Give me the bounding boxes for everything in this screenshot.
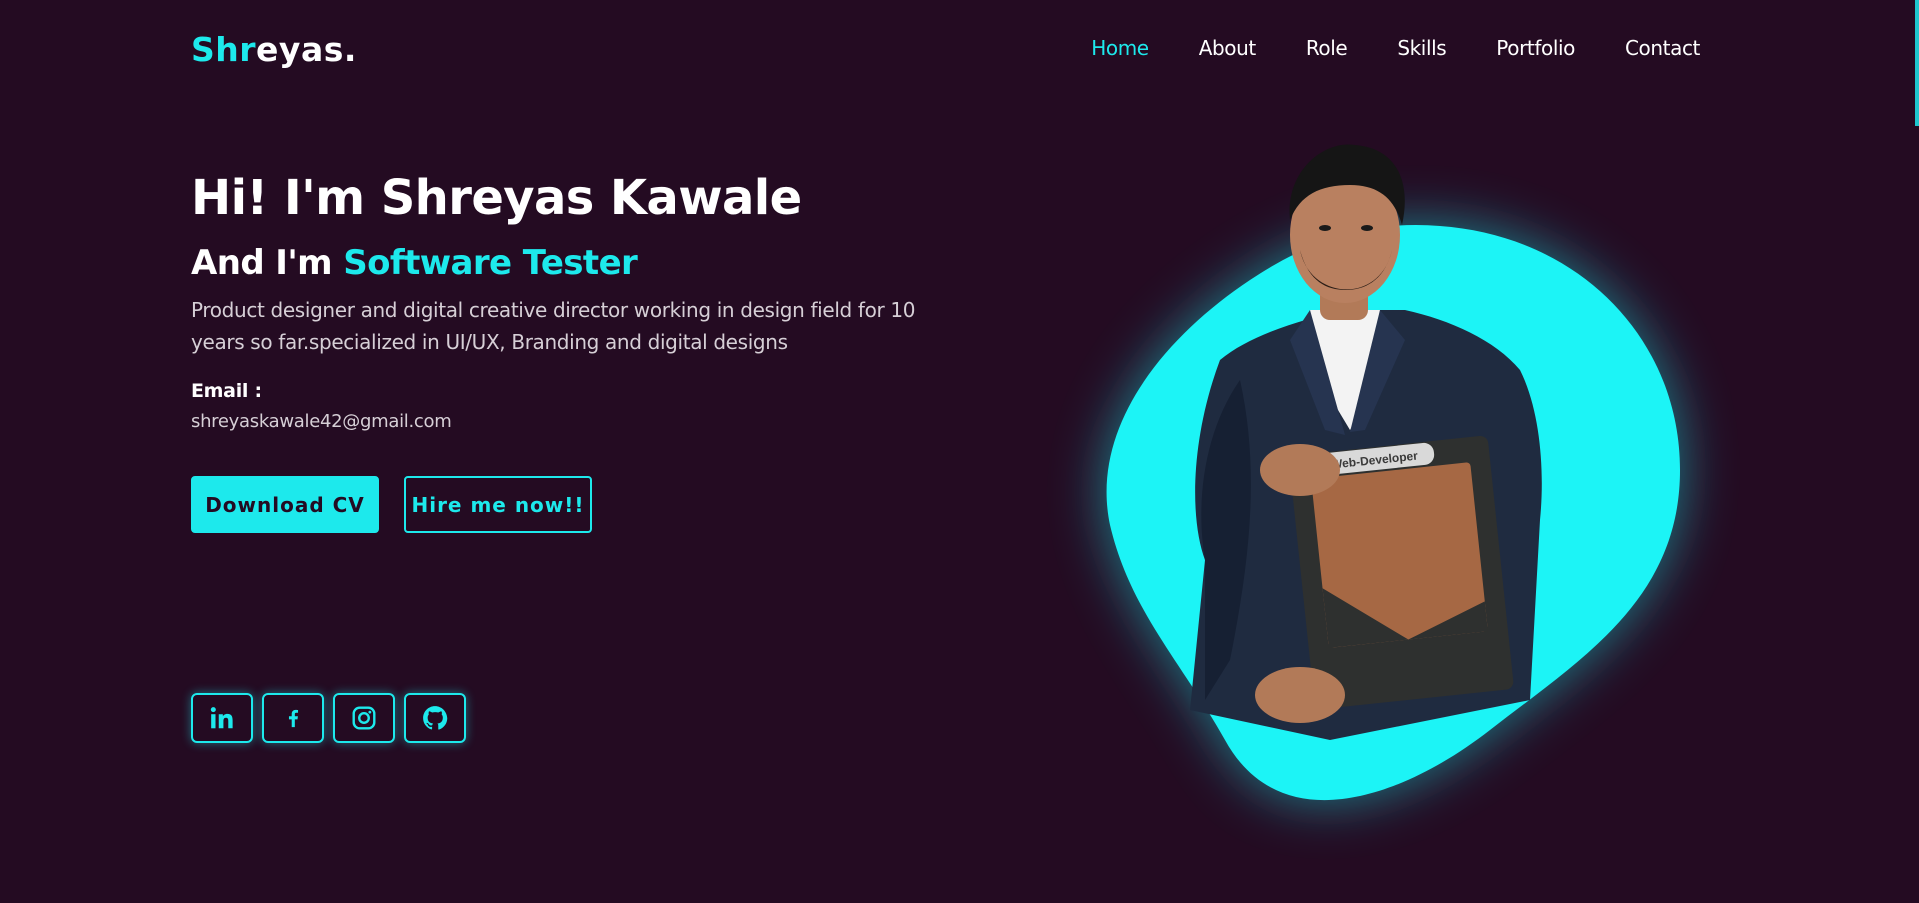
email-value: shreyaskawale42@gmail.com: [191, 411, 452, 432]
github-icon: [423, 706, 448, 730]
facebook-link[interactable]: [262, 693, 324, 743]
logo-accent-text: Shr: [191, 30, 257, 69]
instagram-link[interactable]: [333, 693, 395, 743]
social-links: [191, 693, 466, 743]
hero-subtitle-prefix: And I'm: [191, 243, 333, 283]
nav-skills[interactable]: Skills: [1397, 36, 1446, 60]
scrollbar-thumb[interactable]: [1915, 0, 1919, 126]
site-logo[interactable]: Shreyas.: [191, 30, 357, 69]
nav-contact[interactable]: Contact: [1625, 36, 1700, 60]
hero-role: Software Tester: [343, 243, 638, 283]
nav-portfolio[interactable]: Portfolio: [1496, 36, 1575, 60]
hero-title: Hi! I'm Shreyas Kawale: [191, 170, 802, 226]
linkedin-link[interactable]: [191, 693, 253, 743]
main-nav: Home About Role Skills Portfolio Contact: [1091, 36, 1700, 60]
instagram-icon: [352, 706, 376, 730]
profile-portrait: Web-Developer: [1190, 144, 1542, 740]
github-link[interactable]: [404, 693, 466, 743]
nav-about[interactable]: About: [1199, 36, 1257, 60]
download-cv-button[interactable]: Download CV: [191, 476, 379, 533]
hire-me-button[interactable]: Hire me now!!: [404, 476, 592, 533]
hero-description: Product designer and digital creative di…: [191, 298, 916, 354]
nav-role[interactable]: Role: [1306, 36, 1348, 60]
hero-subtitle: And I'm Software Tester: [191, 243, 638, 283]
email-label: Email :: [191, 380, 262, 402]
nav-home[interactable]: Home: [1091, 36, 1149, 60]
page: Shreyas. Home About Role Skills Portfoli…: [0, 0, 1919, 903]
linkedin-icon: [210, 707, 233, 729]
facebook-icon: [288, 709, 299, 728]
logo-rest-text: eyas.: [256, 30, 357, 69]
